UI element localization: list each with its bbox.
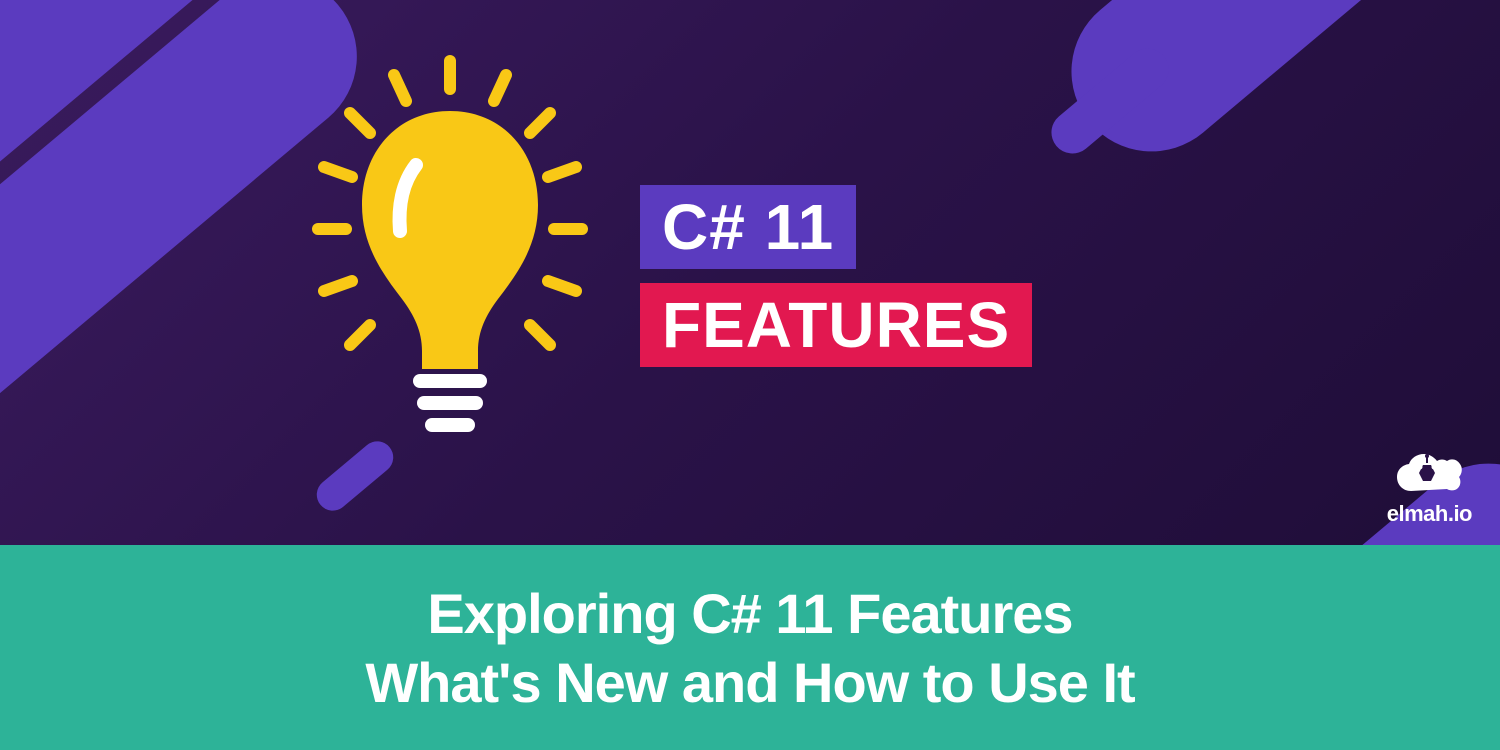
brand-logo: elmah.io <box>1387 453 1472 527</box>
brand-name: elmah.io <box>1387 501 1472 527</box>
title-line-1: Exploring C# 11 Features <box>427 581 1072 646</box>
title-line-2: What's New and How to Use It <box>365 650 1134 715</box>
badge-group: C# 11 FEATURES <box>640 185 1032 367</box>
title-section: Exploring C# 11 Features What's New and … <box>0 545 1500 750</box>
hero-section: C# 11 FEATURES elmah.io <box>0 0 1500 545</box>
cloud-icon <box>1393 453 1465 501</box>
version-badge: C# 11 <box>640 185 856 269</box>
promotional-banner: C# 11 FEATURES elmah.io Exploring C# 11 … <box>0 0 1500 750</box>
lightbulb-icon <box>310 55 590 455</box>
features-badge: FEATURES <box>640 283 1032 367</box>
